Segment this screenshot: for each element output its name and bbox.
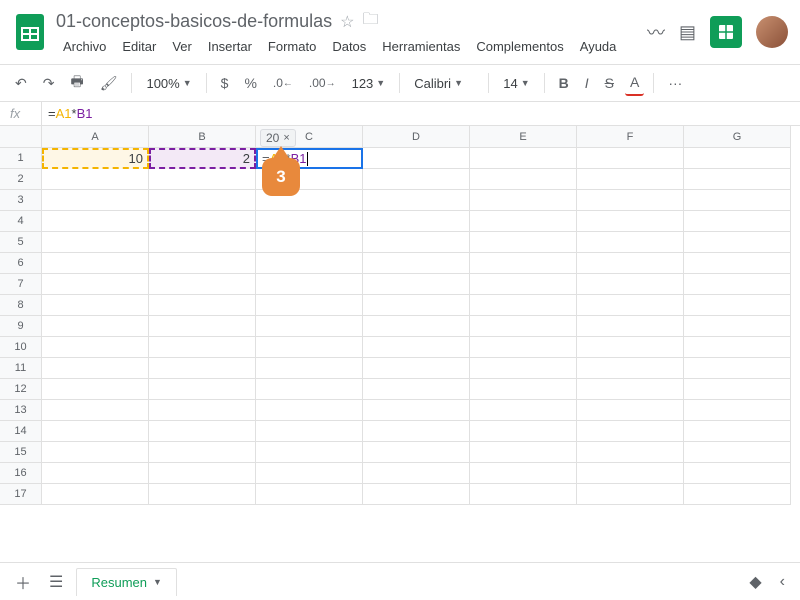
col-header-a[interactable]: A xyxy=(42,126,149,148)
formula-result-tooltip: 20 × xyxy=(260,129,296,147)
percent-button[interactable]: % xyxy=(239,71,261,95)
italic-button[interactable]: I xyxy=(580,71,594,95)
bold-button[interactable]: B xyxy=(554,71,574,95)
menu-archivo[interactable]: Archivo xyxy=(56,37,113,56)
formula-input[interactable]: =A1*B1 xyxy=(42,106,92,121)
font-dropdown[interactable]: Calibri▼ xyxy=(409,73,479,94)
menu-ver[interactable]: Ver xyxy=(165,37,199,56)
cell[interactable] xyxy=(470,148,577,169)
cell[interactable] xyxy=(363,148,470,169)
row-header[interactable]: 14 xyxy=(0,421,42,442)
row-header[interactable]: 7 xyxy=(0,274,42,295)
row-header[interactable]: 2 xyxy=(0,169,42,190)
menu-datos[interactable]: Datos xyxy=(325,37,373,56)
row-header[interactable]: 3 xyxy=(0,190,42,211)
row-header[interactable]: 6 xyxy=(0,253,42,274)
redo-button[interactable]: ↷ xyxy=(38,71,60,96)
sheet-tab-resumen[interactable]: Resumen▼ xyxy=(76,568,177,596)
close-tooltip-icon[interactable]: × xyxy=(283,132,289,144)
col-header-g[interactable]: G xyxy=(684,126,791,148)
col-header-d[interactable]: D xyxy=(363,126,470,148)
menu-herramientas[interactable]: Herramientas xyxy=(375,37,467,56)
row-header[interactable]: 17 xyxy=(0,484,42,505)
cell-b1[interactable]: 2 xyxy=(149,148,256,169)
row-header[interactable]: 5 xyxy=(0,232,42,253)
menu-formato[interactable]: Formato xyxy=(261,37,323,56)
col-header-b[interactable]: B xyxy=(149,126,256,148)
undo-button[interactable]: ↶ xyxy=(10,71,32,96)
avatar[interactable] xyxy=(756,16,788,48)
zoom-dropdown[interactable]: 100%▼ xyxy=(141,73,196,94)
row-header[interactable]: 8 xyxy=(0,295,42,316)
sheets-logo[interactable] xyxy=(12,14,48,50)
explore-button[interactable]: ◆ xyxy=(744,567,766,597)
menu-editar[interactable]: Editar xyxy=(115,37,163,56)
row-header[interactable]: 15 xyxy=(0,442,42,463)
add-sheet-button[interactable]: ＋ xyxy=(10,565,36,599)
strikethrough-button[interactable]: S xyxy=(600,71,619,95)
cell[interactable] xyxy=(577,148,684,169)
currency-button[interactable]: $ xyxy=(216,71,234,95)
font-size-dropdown[interactable]: 14▼ xyxy=(498,73,534,94)
col-header-f[interactable]: F xyxy=(577,126,684,148)
all-sheets-button[interactable]: ☰ xyxy=(44,567,68,597)
cell-a1[interactable]: 10 xyxy=(42,148,149,169)
cell[interactable] xyxy=(684,148,791,169)
menu-complementos[interactable]: Complementos xyxy=(469,37,570,56)
row-header[interactable]: 4 xyxy=(0,211,42,232)
doc-title[interactable]: 01-conceptos-basicos-de-formulas xyxy=(56,11,332,32)
row-header[interactable]: 16 xyxy=(0,463,42,484)
row-header[interactable]: 12 xyxy=(0,379,42,400)
print-button[interactable]: 🖶 xyxy=(65,67,88,99)
fx-label: fx xyxy=(0,102,42,125)
spreadsheet-grid[interactable]: A B C D E F G 1 10 2 20 × =A1*B1 2 3 4 5… xyxy=(0,126,800,505)
star-icon[interactable]: ☆ xyxy=(340,12,354,32)
row-header[interactable]: 13 xyxy=(0,400,42,421)
row-header[interactable]: 10 xyxy=(0,337,42,358)
chevron-left-icon[interactable]: ‹ xyxy=(775,568,790,596)
folder-icon[interactable]: 🗀 xyxy=(362,8,378,35)
text-cursor xyxy=(307,152,308,166)
row-header-1[interactable]: 1 xyxy=(0,148,42,169)
decrease-decimal-button[interactable]: .0← xyxy=(268,72,298,94)
paint-format-button[interactable]: 🖌 xyxy=(95,71,123,96)
comment-icon[interactable]: ▤ xyxy=(679,22,696,43)
more-button[interactable]: ··· xyxy=(663,71,687,95)
row-header[interactable]: 11 xyxy=(0,358,42,379)
menu-insertar[interactable]: Insertar xyxy=(201,37,259,56)
menu-ayuda[interactable]: Ayuda xyxy=(573,37,624,56)
row-header[interactable]: 9 xyxy=(0,316,42,337)
text-color-button[interactable]: A xyxy=(625,70,644,96)
tutorial-callout-3: 3 xyxy=(262,158,300,196)
increase-decimal-button[interactable]: .00→ xyxy=(304,72,341,94)
tab-dropdown-icon[interactable]: ▼ xyxy=(153,577,162,587)
activity-icon[interactable]: 〰 xyxy=(647,19,665,45)
share-button[interactable] xyxy=(710,16,742,48)
col-header-e[interactable]: E xyxy=(470,126,577,148)
select-all-corner[interactable] xyxy=(0,126,42,148)
format-dropdown[interactable]: 123▼ xyxy=(347,73,391,94)
